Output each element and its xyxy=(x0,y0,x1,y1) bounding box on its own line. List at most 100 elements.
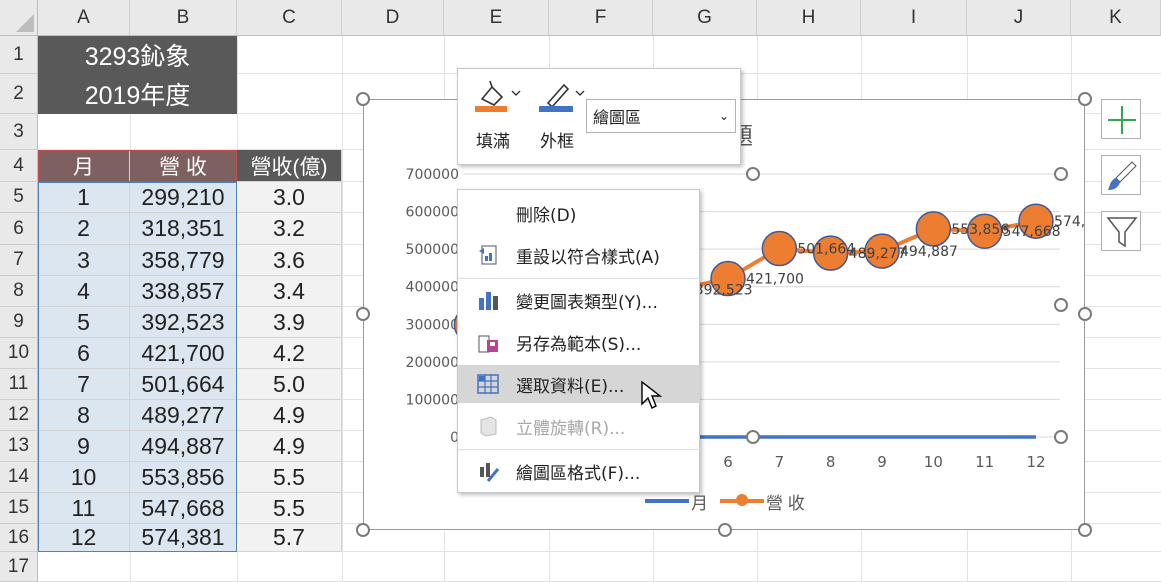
cell-month[interactable]: 12 xyxy=(38,524,130,552)
fill-label: 填滿 xyxy=(476,132,510,152)
cell-month[interactable]: 1 xyxy=(38,182,130,213)
select-all-corner[interactable] xyxy=(0,0,38,36)
col-header-G[interactable]: G xyxy=(653,0,757,36)
context-menu: 刪除(D) 重設以符合樣式(A) 變更圖表類型(Y)... 另存為範本(S)..… xyxy=(457,189,700,493)
col-header-K[interactable]: K xyxy=(1071,0,1161,36)
x-tick-label: 11 xyxy=(975,453,994,471)
cell-revenue[interactable]: 392,523 xyxy=(130,307,237,338)
menu-item-save-template[interactable]: 另存為範本(S)... xyxy=(458,323,700,361)
cell-month[interactable]: 6 xyxy=(38,338,130,369)
row-header-11[interactable]: 11 xyxy=(0,369,38,400)
chart-handle-bl[interactable] xyxy=(356,523,370,537)
chart-styles-brush-icon xyxy=(1108,161,1137,190)
col-header-A[interactable]: A xyxy=(38,0,130,36)
col-header-B[interactable]: B xyxy=(130,0,237,36)
chart-handle-tl[interactable] xyxy=(356,92,370,106)
row-header-14[interactable]: 14 xyxy=(0,462,38,493)
cell-month[interactable]: 10 xyxy=(38,462,130,493)
y-tick-label: 400000 xyxy=(406,280,459,296)
row-header-12[interactable]: 12 xyxy=(0,400,38,431)
chart-handle-tr[interactable] xyxy=(1078,92,1092,106)
chart-handle-b[interactable] xyxy=(718,523,732,537)
cell-month[interactable]: 7 xyxy=(38,369,130,400)
row-header-1[interactable]: 1 xyxy=(0,36,38,74)
chart-filter-icon xyxy=(1106,217,1138,248)
row-header-3[interactable]: 3 xyxy=(0,114,38,150)
cell-revenue-yi[interactable]: 3.2 xyxy=(237,213,342,245)
row-header-7[interactable]: 7 xyxy=(0,245,38,276)
row-header-10[interactable]: 10 xyxy=(0,338,38,369)
cell-month[interactable]: 9 xyxy=(38,431,130,462)
chart-styles-button[interactable] xyxy=(1101,155,1141,195)
cell-month[interactable]: 3 xyxy=(38,245,130,276)
cell-revenue-yi[interactable]: 4.9 xyxy=(237,400,342,431)
menu-item-delete[interactable]: 刪除(D) xyxy=(458,194,700,232)
row-header-13[interactable]: 13 xyxy=(0,431,38,462)
menu-item-format-plot-area[interactable]: 繪圖區格式(F)... xyxy=(458,452,700,490)
row-header-9[interactable]: 9 xyxy=(0,307,38,338)
chart-element-select[interactable]: 繪圖區 ⌄ xyxy=(586,99,736,133)
row-header-5[interactable]: 5 xyxy=(0,182,38,213)
cell-revenue-yi[interactable]: 5.5 xyxy=(237,462,342,493)
cell-revenue-yi[interactable]: 5.7 xyxy=(237,524,342,552)
col-header-J[interactable]: J xyxy=(967,0,1071,36)
row-header-15[interactable]: 15 xyxy=(0,493,38,524)
cell-revenue-yi[interactable]: 3.6 xyxy=(237,245,342,276)
col-header-E[interactable]: E xyxy=(444,0,549,36)
plot-handle-br[interactable] xyxy=(1054,430,1068,444)
chart-handle-br[interactable] xyxy=(1078,523,1092,537)
col-header-F[interactable]: F xyxy=(549,0,653,36)
cell-month[interactable]: 8 xyxy=(38,400,130,431)
cell-revenue[interactable]: 501,664 xyxy=(130,369,237,400)
col-header-D[interactable]: D xyxy=(342,0,444,36)
cell-month[interactable]: 2 xyxy=(38,213,130,245)
col-header-H[interactable]: H xyxy=(757,0,861,36)
plot-handle-tr[interactable] xyxy=(1054,167,1068,181)
cell-revenue[interactable]: 489,277 xyxy=(130,400,237,431)
cell-month[interactable]: 4 xyxy=(38,276,130,307)
chart-filter-button[interactable] xyxy=(1101,211,1141,251)
reset-style-icon xyxy=(476,243,500,267)
cell-revenue-yi[interactable]: 4.9 xyxy=(237,431,342,462)
cell-month[interactable]: 11 xyxy=(38,493,130,524)
row-header-8[interactable]: 8 xyxy=(0,276,38,307)
header-revenue-yi[interactable]: 營收(億) xyxy=(237,150,342,182)
cell-revenue-yi[interactable]: 3.9 xyxy=(237,307,342,338)
row-header-17[interactable]: 17 xyxy=(0,552,38,582)
cell-revenue[interactable]: 494,887 xyxy=(130,431,237,462)
chart-handle-r[interactable] xyxy=(1078,307,1092,321)
cell-revenue[interactable]: 299,210 xyxy=(130,182,237,213)
chart-handle-l[interactable] xyxy=(356,307,370,321)
chart-elements-button[interactable] xyxy=(1101,99,1141,139)
plot-handle-t[interactable] xyxy=(746,167,760,181)
cell-revenue-yi[interactable]: 4.2 xyxy=(237,338,342,369)
col-header-C[interactable]: C xyxy=(237,0,342,36)
fill-button[interactable]: 填滿 xyxy=(472,77,522,157)
menu-item-change-chart-type[interactable]: 變更圖表類型(Y)... xyxy=(458,281,700,319)
cell-month[interactable]: 5 xyxy=(38,307,130,338)
plot-handle-b[interactable] xyxy=(746,430,760,444)
cell-revenue-yi[interactable]: 3.4 xyxy=(237,276,342,307)
cell-revenue-yi[interactable]: 5.5 xyxy=(237,493,342,524)
outline-button[interactable]: 外框 xyxy=(536,77,586,157)
cell-revenue[interactable]: 338,857 xyxy=(130,276,237,307)
data-point-revenue xyxy=(761,230,798,267)
row-header-4[interactable]: 4 xyxy=(0,150,38,182)
cell-revenue-yi[interactable]: 5.0 xyxy=(237,369,342,400)
cell-revenue[interactable]: 318,351 xyxy=(130,213,237,245)
cell-revenue[interactable]: 574,381 xyxy=(130,524,237,552)
row-header-16[interactable]: 16 xyxy=(0,524,38,552)
legend-label-revenue: 營 收 xyxy=(766,493,805,513)
col-header-I[interactable]: I xyxy=(861,0,967,36)
row-header-2[interactable]: 2 xyxy=(0,74,38,114)
cell-revenue[interactable]: 547,668 xyxy=(130,493,237,524)
cell-revenue[interactable]: 553,856 xyxy=(130,462,237,493)
row-header-6[interactable]: 6 xyxy=(0,213,38,245)
cell-revenue-yi[interactable]: 3.0 xyxy=(237,182,342,213)
menu-item-select-data[interactable]: 選取資料(E)... xyxy=(458,365,700,403)
chart-element-select-value: 繪圖區 xyxy=(593,108,642,127)
plot-handle-r[interactable] xyxy=(1054,298,1068,312)
cell-revenue[interactable]: 421,700 xyxy=(130,338,237,369)
menu-item-reset-style[interactable]: 重設以符合樣式(A) xyxy=(458,236,700,274)
cell-revenue[interactable]: 358,779 xyxy=(130,245,237,276)
